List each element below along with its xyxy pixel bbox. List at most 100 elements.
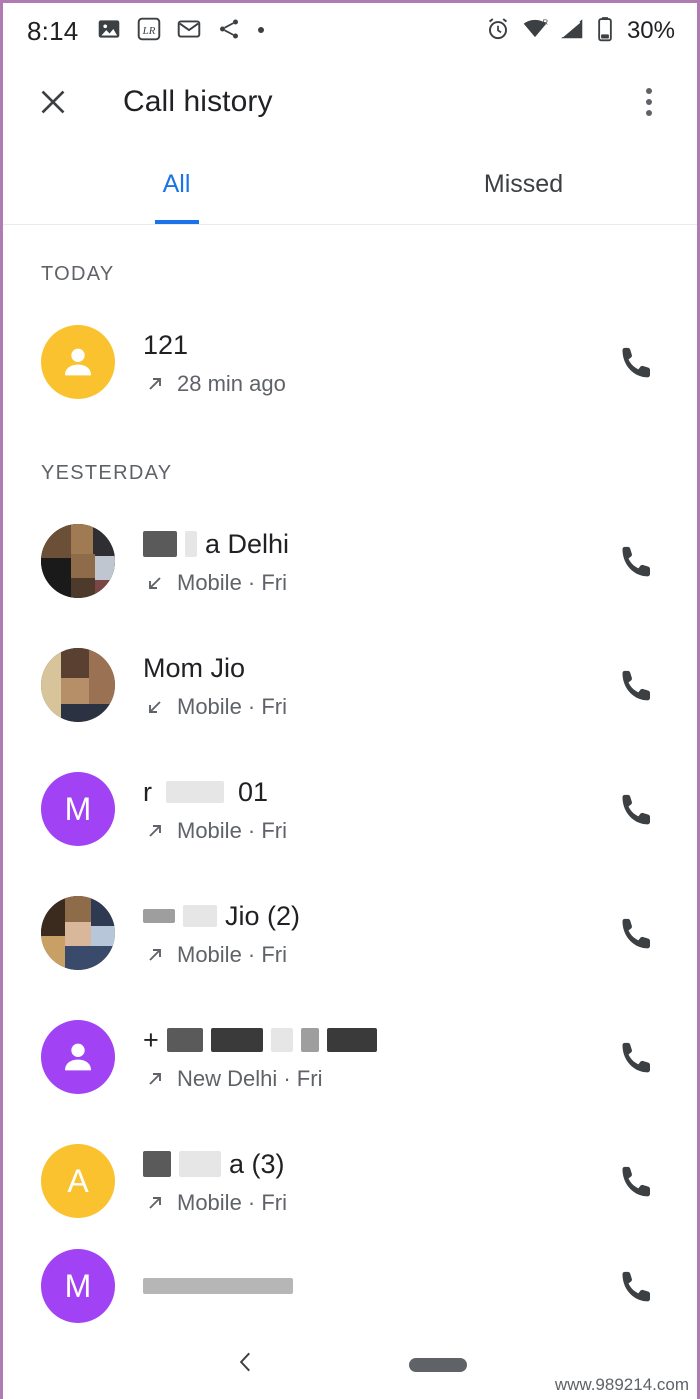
- contact-name: +: [143, 1023, 607, 1057]
- section-header-today: TODAY: [41, 263, 115, 285]
- incoming-call-arrow-icon: [143, 695, 167, 719]
- redaction-block: [300, 1027, 319, 1052]
- contact-name-text: +: [143, 1024, 159, 1055]
- phone-icon[interactable]: [607, 332, 667, 392]
- contact-photo-icon: [41, 896, 115, 970]
- incoming-call-arrow-icon: [143, 571, 167, 595]
- call-log-details: a (3) Mobile · Fri: [115, 1147, 607, 1216]
- call-meta: New Delhi · Fri: [143, 1066, 607, 1092]
- person-icon: [65, 348, 91, 376]
- contact-name-text: a Delhi: [205, 528, 290, 559]
- home-pill-icon[interactable]: [409, 1358, 467, 1372]
- call-log-details: a Delhi Mobile · Fri: [115, 527, 607, 596]
- call-meta: Mobile · Fri: [143, 1190, 607, 1216]
- avatar[interactable]: A: [41, 1144, 115, 1218]
- contact-name-text: r: [143, 776, 152, 807]
- call-log-details: 121 28 min ago: [115, 328, 607, 397]
- avatar[interactable]: [41, 896, 115, 970]
- phone-icon[interactable]: [607, 655, 667, 715]
- tab-missed[interactable]: Missed: [350, 145, 697, 224]
- phone-icon[interactable]: [607, 1027, 667, 1087]
- outgoing-call-arrow-icon: [143, 1191, 167, 1215]
- call-meta: 28 min ago: [143, 371, 607, 397]
- tab-bar: All Missed: [3, 145, 697, 225]
- alarm-icon: [485, 16, 511, 47]
- battery-icon: [596, 16, 614, 47]
- phone-icon[interactable]: [607, 1151, 667, 1211]
- signal-icon: [559, 16, 585, 47]
- section-header-yesterday: YESTERDAY: [41, 462, 173, 484]
- contact-photo-icon: [41, 648, 115, 722]
- redaction-block: [143, 530, 177, 557]
- svg-text:R: R: [543, 17, 548, 26]
- call-meta: Mobile · Fri: [143, 818, 607, 844]
- call-type-location: Mobile · Fri: [177, 569, 288, 595]
- image-icon: [96, 16, 122, 47]
- redaction-block: [179, 1150, 221, 1177]
- avatar-letter: A: [67, 1162, 89, 1199]
- redaction-block: [270, 1027, 293, 1052]
- redaction-block: [183, 904, 217, 927]
- close-icon[interactable]: [31, 80, 75, 124]
- call-meta: Mobile · Fri: [143, 570, 607, 596]
- outgoing-call-arrow-icon: [143, 943, 167, 967]
- call-meta: Mobile · Fri: [143, 694, 607, 720]
- contact-name: 121: [143, 329, 189, 360]
- call-log-details: + New Delhi · Fri: [115, 1023, 607, 1092]
- outgoing-call-arrow-icon: [143, 819, 167, 843]
- share-icon: [216, 16, 242, 47]
- dot-icon: [256, 22, 266, 40]
- status-right-icons: R 30%: [485, 16, 675, 47]
- phone-icon[interactable]: [607, 1256, 667, 1316]
- outgoing-call-arrow-icon: [143, 372, 167, 396]
- call-type-location: Mobile · Fri: [177, 693, 288, 719]
- tab-all[interactable]: All: [3, 145, 350, 224]
- mail-icon: [176, 16, 202, 47]
- call-log-details: Jio (2) Mobile · Fri: [115, 899, 607, 968]
- call-log-row[interactable]: + New Delhi · Fri: [3, 995, 697, 1119]
- phone-screen: 8:14 LR R 30% Call history All Missed TO…: [0, 0, 700, 1399]
- avatar[interactable]: [41, 1020, 115, 1094]
- avatar[interactable]: [41, 524, 115, 598]
- contact-name: a Delhi: [143, 527, 607, 561]
- contact-name-text: Jio (2): [225, 900, 301, 931]
- person-icon: [65, 1043, 91, 1071]
- avatar[interactable]: [41, 648, 115, 722]
- phone-icon[interactable]: [607, 531, 667, 591]
- contact-name-suffix: 01: [238, 776, 269, 807]
- call-log-row[interactable]: 121 28 min ago: [3, 300, 697, 424]
- redaction-block: [185, 530, 197, 557]
- redaction-block: [166, 1027, 203, 1052]
- call-type-location: Mobile · Fri: [177, 817, 288, 843]
- avatar[interactable]: [41, 325, 115, 399]
- call-log-row[interactable]: a Delhi Mobile · Fri: [3, 499, 697, 623]
- avatar[interactable]: M: [41, 772, 115, 846]
- contact-name: r 01: [143, 775, 607, 809]
- call-log-details: [115, 1269, 607, 1303]
- redaction-block: [326, 1027, 377, 1052]
- call-type-location: New Delhi · Fri: [177, 1065, 323, 1091]
- phone-icon[interactable]: [607, 779, 667, 839]
- call-log-row[interactable]: Jio (2) Mobile · Fri: [3, 871, 697, 995]
- chevron-left-icon[interactable]: [233, 1347, 259, 1383]
- status-left-icons: LR: [96, 16, 485, 47]
- redaction-block: [166, 780, 224, 803]
- avatar[interactable]: M: [41, 1249, 115, 1323]
- call-log-details: r 01 Mobile · Fri: [115, 775, 607, 844]
- call-log-row[interactable]: M: [3, 1243, 697, 1329]
- phone-icon[interactable]: [607, 903, 667, 963]
- call-meta: Mobile · Fri: [143, 942, 607, 968]
- watermark: www.989214.com: [554, 1375, 689, 1394]
- app-bar: Call history: [3, 59, 697, 145]
- wifi-icon: R: [522, 16, 549, 47]
- contact-photo-icon: [41, 524, 115, 598]
- call-log-row[interactable]: Mom Jio Mobile · Fri: [3, 623, 697, 747]
- call-log-row[interactable]: M r 01 Mobile · Fri: [3, 747, 697, 871]
- svg-text:LR: LR: [142, 24, 156, 36]
- avatar-letter: M: [64, 1267, 92, 1304]
- contact-name: a (3): [143, 1147, 607, 1181]
- call-log-row[interactable]: A a (3) Mobile · Fri: [3, 1119, 697, 1243]
- outgoing-call-arrow-icon: [143, 1067, 167, 1091]
- more-vert-icon[interactable]: [627, 80, 671, 124]
- call-type-location: Mobile · Fri: [177, 1189, 288, 1215]
